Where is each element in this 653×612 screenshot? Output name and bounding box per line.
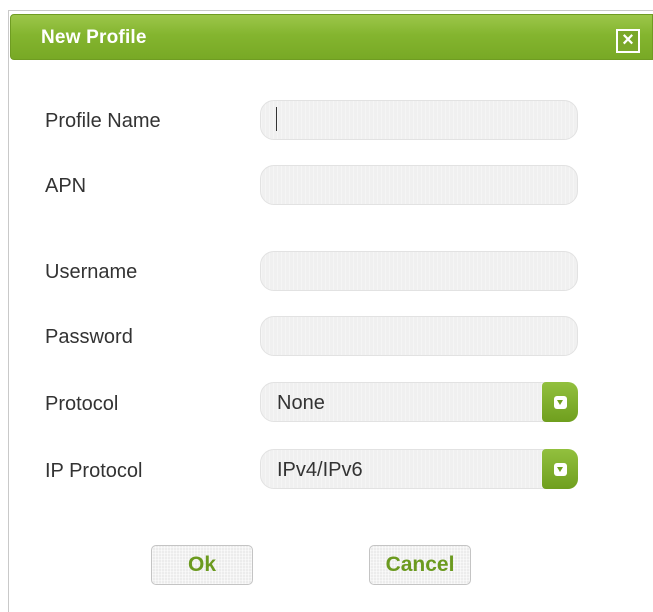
profile-name-input[interactable] xyxy=(260,100,578,140)
username-label: Username xyxy=(45,261,138,283)
chevron-down-icon xyxy=(553,462,567,476)
protocol-select[interactable]: None xyxy=(260,382,578,422)
dialog-titlebar: New Profile × xyxy=(10,14,653,60)
protocol-dropdown-button[interactable] xyxy=(542,382,578,422)
password-input[interactable] xyxy=(260,316,578,356)
ip-protocol-selected-value: IPv4/IPv6 xyxy=(277,459,363,481)
chevron-down-icon xyxy=(553,395,567,409)
ok-button[interactable]: Ok xyxy=(151,545,253,585)
cancel-button[interactable]: Cancel xyxy=(369,545,471,585)
ip-protocol-select[interactable]: IPv4/IPv6 xyxy=(260,449,578,489)
apn-input[interactable] xyxy=(260,165,578,205)
ip-protocol-label: IP Protocol xyxy=(45,460,143,482)
username-input[interactable] xyxy=(260,251,578,291)
protocol-selected-value: None xyxy=(277,392,325,414)
password-label: Password xyxy=(45,326,133,348)
profile-name-label: Profile Name xyxy=(45,110,161,132)
ip-protocol-dropdown-button[interactable] xyxy=(542,449,578,489)
apn-label: APN xyxy=(45,175,87,197)
dialog-title: New Profile xyxy=(41,27,147,48)
text-cursor xyxy=(276,107,277,131)
close-icon[interactable]: × xyxy=(616,29,640,53)
protocol-label: Protocol xyxy=(45,393,119,415)
